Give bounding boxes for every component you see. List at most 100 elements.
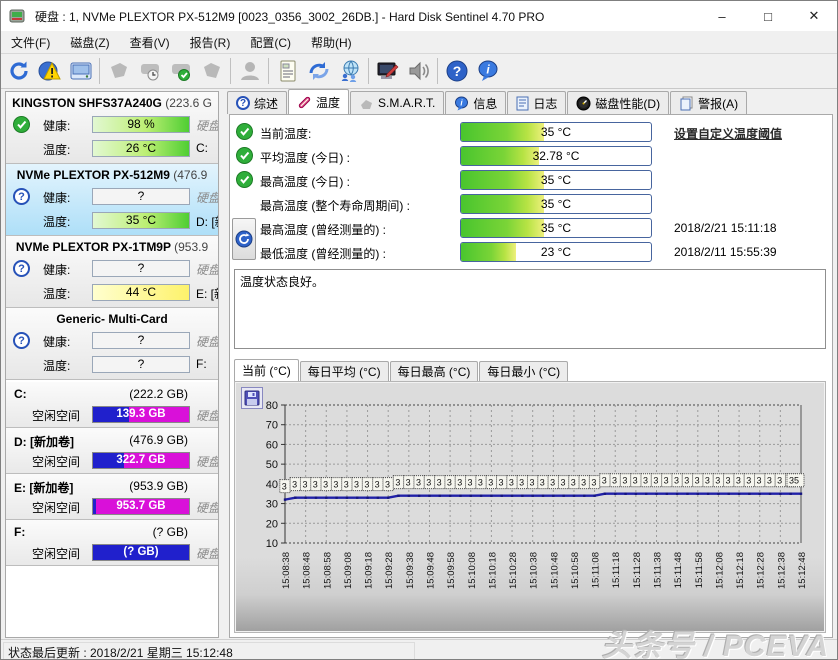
svg-text:15:10:38: 15:10:38 bbox=[529, 552, 540, 589]
max-temp-timestamp: 2018/2/21 15:11:18 bbox=[674, 221, 777, 235]
health-bar: ? bbox=[92, 188, 190, 205]
svg-text:10: 10 bbox=[266, 538, 278, 550]
menu-disk[interactable]: 磁盘(Z) bbox=[60, 31, 119, 53]
svg-text:3: 3 bbox=[674, 476, 679, 486]
reset-min-max-button[interactable] bbox=[232, 218, 256, 260]
tab-temperature[interactable]: 温度 bbox=[288, 89, 349, 114]
disk-item-multicard[interactable]: Generic- Multi-Card ? 健康: ? 硬盘 温度: ? F: bbox=[6, 308, 218, 380]
health-unknown-icon: ? bbox=[13, 332, 30, 349]
drive-letter: F: bbox=[196, 357, 218, 371]
svg-text:15:12:38: 15:12:38 bbox=[776, 552, 787, 589]
save-icon bbox=[244, 390, 260, 406]
svg-text:3: 3 bbox=[726, 476, 731, 486]
temp-row-label: 当前温度: bbox=[260, 125, 311, 142]
status-ok-icon bbox=[236, 171, 253, 188]
svg-text:15:09:58: 15:09:58 bbox=[446, 552, 457, 589]
svg-text:15:10:18: 15:10:18 bbox=[487, 552, 498, 589]
reset-icon bbox=[235, 230, 253, 248]
volume-item-f[interactable]: F: (? GB) 空闲空间 (? GB) 硬盘 bbox=[6, 520, 218, 566]
min-temp-timestamp: 2018/2/11 15:55:39 bbox=[674, 245, 777, 259]
chart-tab-daily-min[interactable]: 每日最小 (°C) bbox=[479, 361, 568, 381]
svg-text:15:11:28: 15:11:28 bbox=[632, 552, 643, 588]
disk-item-kingston[interactable]: KINGSTON SHFS37A240G (223.6 G 健康: 98 % 硬… bbox=[6, 92, 218, 164]
sync-mail-icon[interactable] bbox=[303, 56, 334, 86]
menu-help[interactable]: 帮助(H) bbox=[301, 31, 362, 53]
maximize-button[interactable]: □ bbox=[745, 1, 791, 31]
temp-value-bar: 35 °C bbox=[460, 194, 652, 214]
menu-report[interactable]: 报告(R) bbox=[180, 31, 241, 53]
disk-item-px1tm9p[interactable]: NVMe PLEXTOR PX-1TM9P (953.9 ? 健康: ? 硬盘 … bbox=[6, 236, 218, 308]
volume-name: F: bbox=[14, 525, 25, 539]
tab-information[interactable]: i信息 bbox=[445, 91, 506, 114]
menu-view[interactable]: 查看(V) bbox=[120, 31, 180, 53]
disk-eject-icon[interactable] bbox=[196, 56, 227, 86]
svg-text:15:09:28: 15:09:28 bbox=[384, 552, 395, 589]
svg-text:3: 3 bbox=[364, 480, 369, 490]
volume-item-c[interactable]: C: (222.2 GB) 空闲空间 139.3 GB 硬盘 bbox=[6, 382, 218, 428]
performance-icon bbox=[576, 96, 591, 111]
health-ok-icon bbox=[13, 116, 30, 133]
minimize-button[interactable]: – bbox=[699, 1, 745, 31]
volume-name: E: [新加卷] bbox=[14, 479, 73, 496]
report-icon[interactable] bbox=[272, 56, 303, 86]
volume-size: (476.9 GB) bbox=[129, 433, 188, 447]
svg-text:15:11:38: 15:11:38 bbox=[653, 552, 664, 588]
tab-alerts[interactable]: 警报(A) bbox=[670, 91, 747, 114]
disk-item-px512m9[interactable]: NVMe PLEXTOR PX-512M9 (476.9 ? 健康: ? 硬盘 … bbox=[6, 164, 218, 236]
volume-size: (222.2 GB) bbox=[129, 387, 188, 401]
temperature-status-box[interactable]: 温度状态良好。 bbox=[234, 269, 826, 349]
svg-text:3: 3 bbox=[509, 478, 514, 488]
tab-overview[interactable]: ?综述 bbox=[227, 91, 287, 114]
user-icon[interactable] bbox=[234, 56, 265, 86]
temp-bar: ? bbox=[92, 356, 190, 373]
set-custom-threshold-link[interactable]: 设置自定义温度阈值 bbox=[674, 125, 782, 142]
chart-tab-daily-max[interactable]: 每日最高 (°C) bbox=[390, 361, 479, 381]
app-icon bbox=[9, 8, 27, 24]
svg-text:3: 3 bbox=[478, 478, 483, 488]
svg-text:15:11:18: 15:11:18 bbox=[611, 552, 622, 588]
problem-report-icon[interactable] bbox=[34, 56, 65, 86]
free-space-bar: 953.7 GB bbox=[92, 498, 190, 515]
health-unknown-icon: ? bbox=[13, 188, 30, 205]
help-icon[interactable]: ? bbox=[441, 56, 472, 86]
window-title: 硬盘 : 1, NVMe PLEXTOR PX-512M9 [0023_0356… bbox=[35, 8, 544, 25]
info-icon[interactable]: i bbox=[472, 56, 503, 86]
svg-text:3: 3 bbox=[705, 476, 710, 486]
menu-config[interactable]: 配置(C) bbox=[240, 31, 301, 53]
close-button[interactable]: ✕ bbox=[791, 1, 837, 31]
svg-text:15:10:48: 15:10:48 bbox=[549, 552, 560, 589]
temp-value-bar: 35 °C bbox=[460, 218, 652, 238]
disk-icon[interactable] bbox=[65, 56, 96, 86]
svg-text:3: 3 bbox=[416, 478, 421, 488]
svg-text:15:08:48: 15:08:48 bbox=[302, 552, 313, 589]
disk-column-header: 硬盘 bbox=[196, 117, 218, 134]
tab-log[interactable]: 日志 bbox=[507, 91, 566, 114]
main-panel: ?综述 温度 S.M.A.R.T. i信息 日志 磁盘性能(D) 警报(A) 当… bbox=[227, 89, 835, 638]
volume-name: C: bbox=[14, 387, 27, 401]
temp-value-bar: 35 °C bbox=[460, 170, 652, 190]
temp-row-label: 最高温度 (整个寿命周期间) : bbox=[260, 197, 410, 214]
temp-bar: 44 °C bbox=[92, 284, 190, 301]
health-bar: ? bbox=[92, 260, 190, 277]
disk-tools-icon[interactable] bbox=[103, 56, 134, 86]
volume-item-e[interactable]: E: [新加卷] (953.9 GB) 空闲空间 953.7 GB 硬盘 bbox=[6, 474, 218, 520]
svg-text:3: 3 bbox=[457, 478, 462, 488]
network-icon[interactable] bbox=[334, 56, 365, 86]
disk-ok-icon[interactable] bbox=[165, 56, 196, 86]
svg-text:3: 3 bbox=[746, 476, 751, 486]
refresh-icon[interactable] bbox=[3, 56, 34, 86]
chart-tab-current[interactable]: 当前 (°C) bbox=[234, 359, 299, 381]
volume-item-d[interactable]: D: [新加卷] (476.9 GB) 空闲空间 322.7 GB 硬盘 bbox=[6, 428, 218, 474]
svg-text:15:11:48: 15:11:48 bbox=[673, 552, 684, 588]
tab-performance[interactable]: 磁盘性能(D) bbox=[567, 91, 669, 114]
save-chart-button[interactable] bbox=[241, 387, 263, 409]
menu-file[interactable]: 文件(F) bbox=[1, 31, 60, 53]
svg-text:3: 3 bbox=[333, 480, 338, 490]
sound-icon[interactable] bbox=[403, 56, 434, 86]
hardware-test-icon[interactable] bbox=[372, 56, 403, 86]
tab-smart[interactable]: S.M.A.R.T. bbox=[350, 91, 444, 114]
disk-clock-icon[interactable] bbox=[134, 56, 165, 86]
chart-tab-daily-average[interactable]: 每日平均 (°C) bbox=[300, 361, 389, 381]
svg-text:3: 3 bbox=[622, 476, 627, 486]
svg-text:3: 3 bbox=[653, 476, 658, 486]
